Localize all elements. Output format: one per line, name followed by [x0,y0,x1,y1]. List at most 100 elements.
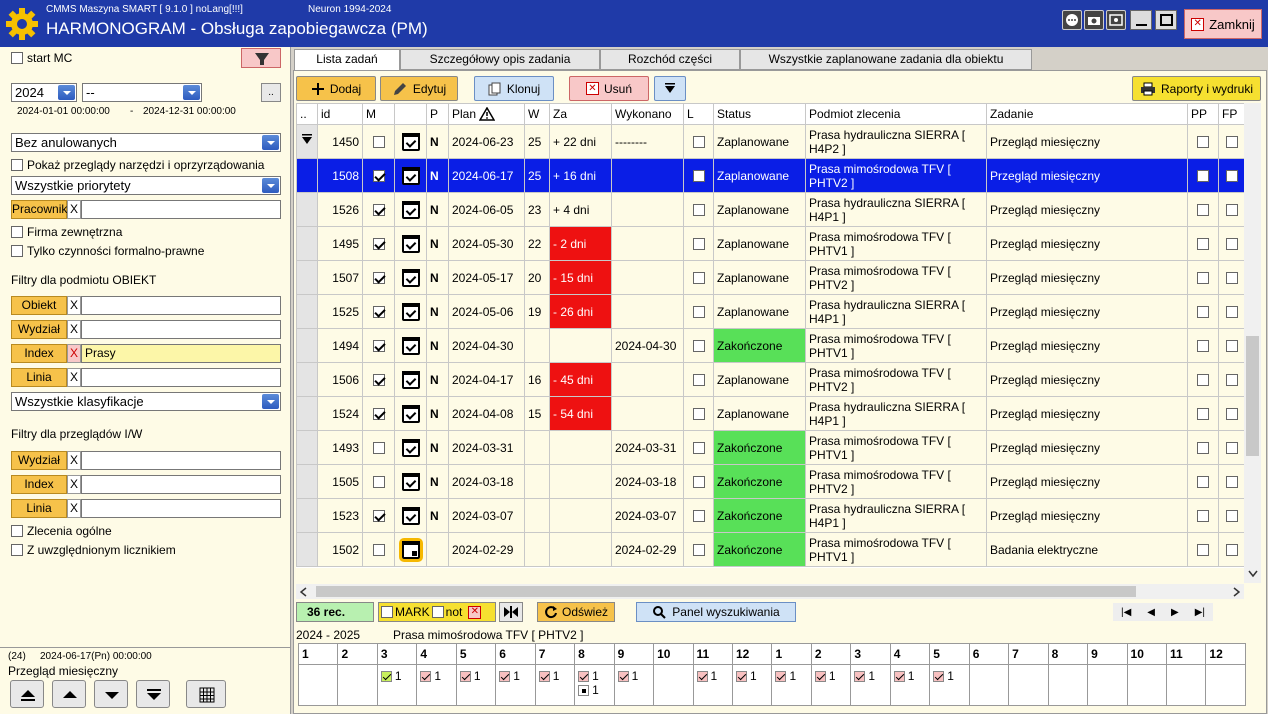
employee-filter-label[interactable]: Pracownik [11,200,67,219]
calendar-month-cell[interactable]: 1 [850,664,891,706]
m-cell[interactable] [362,532,395,567]
object-clear-button[interactable]: X [67,296,81,315]
l-checkbox[interactable] [692,272,705,285]
fp-checkbox[interactable] [1225,476,1238,489]
row-selector[interactable] [296,464,318,499]
fp-checkbox[interactable] [1225,408,1238,421]
fp-checkbox[interactable] [1225,238,1238,251]
hscroll-thumb[interactable] [316,586,1136,597]
pp-cell[interactable] [1187,124,1219,159]
calendar-cell[interactable] [394,464,427,499]
column-header[interactable]: PP [1187,103,1219,125]
l-checkbox[interactable] [692,374,705,387]
calendar-month-cell[interactable] [1165,664,1207,706]
l-cell[interactable] [683,396,714,431]
calendar-month-cell[interactable]: 1 [534,664,576,706]
pp-checkbox[interactable] [1197,136,1209,149]
calendar-icon[interactable] [401,370,420,389]
m-checkbox[interactable] [372,306,385,319]
fp-cell[interactable] [1218,464,1244,499]
table-row[interactable]: 1525 N 2024-05-06 19- 26 dni Zaplanowane Pras… [296,294,1244,329]
table-row[interactable]: 1494 N 2024-04-30 2024-04-30 Zakończone Prasa… [296,328,1244,363]
iw-index-filter-label[interactable]: Index [11,475,67,494]
calendar-cell[interactable] [394,328,427,363]
calendar-month-cell[interactable] [1126,664,1167,706]
fp-cell[interactable] [1218,498,1244,533]
iw-department-clear-button[interactable]: X [67,451,81,470]
prev-record-button[interactable] [52,680,86,708]
l-cell[interactable] [683,430,714,465]
task-mark-icon[interactable] [380,671,392,683]
fp-cell[interactable] [1218,362,1244,397]
fp-cell[interactable] [1218,294,1244,329]
horizontal-scrollbar[interactable] [296,584,1244,599]
l-cell[interactable] [683,260,714,295]
department-input[interactable] [81,320,281,339]
calendar-cell[interactable] [394,192,427,227]
calendar-month-cell[interactable] [653,664,694,706]
fp-checkbox[interactable] [1225,442,1238,455]
m-cell[interactable] [362,158,395,193]
column-header[interactable]: M [362,103,395,125]
column-header[interactable]: Plan [448,103,525,125]
fp-cell[interactable] [1218,192,1244,227]
pp-cell[interactable] [1187,328,1219,363]
fp-checkbox[interactable] [1225,544,1238,557]
m-cell[interactable] [362,294,395,329]
object-filter-label[interactable]: Obiekt [11,296,67,315]
l-checkbox[interactable] [692,408,705,421]
pager-first-icon[interactable]: |◀ [1121,607,1131,618]
pp-checkbox[interactable] [1197,408,1209,421]
m-checkbox[interactable] [372,238,385,251]
l-cell[interactable] [683,226,714,261]
l-cell[interactable] [683,328,714,363]
fp-checkbox[interactable] [1225,374,1238,387]
column-header[interactable]: P [426,103,449,125]
row-selector[interactable] [296,192,318,227]
calendar-cell[interactable] [394,532,427,567]
l-checkbox[interactable] [692,170,705,183]
pp-checkbox[interactable] [1197,204,1209,217]
tab-task-details[interactable]: Szczegółowy opis zadania [400,49,600,70]
calendar-month-cell[interactable]: 1 [495,664,536,706]
pp-cell[interactable] [1187,192,1219,227]
maximize-button[interactable] [1155,10,1177,30]
task-mark-icon[interactable] [893,671,905,683]
task-mark-icon[interactable] [578,671,590,683]
calendar-cell[interactable] [394,158,427,193]
column-header[interactable]: FP [1218,103,1244,125]
pp-cell[interactable] [1187,532,1219,567]
add-button[interactable]: Dodaj [296,76,376,101]
l-checkbox[interactable] [692,544,705,557]
calendar-month-cell[interactable]: 1 [416,664,457,706]
m-checkbox[interactable] [372,340,385,353]
delete-button[interactable]: ✕ Usuń [569,76,649,101]
not-checkbox[interactable] [431,606,444,618]
l-cell[interactable] [683,464,714,499]
m-cell[interactable] [362,396,395,431]
scroll-thumb[interactable] [1246,336,1259,456]
line-input[interactable] [81,368,281,387]
calendar-cell[interactable] [394,430,427,465]
calendar-icon[interactable] [401,166,420,185]
row-selector[interactable] [296,260,318,295]
task-mark-icon[interactable] [538,671,550,683]
fp-cell[interactable] [1218,396,1244,431]
column-header[interactable]: Za [549,103,612,125]
cancel-filter-select[interactable]: Bez anulowanych [11,133,281,152]
first-record-button[interactable] [10,680,44,708]
pager-prev-icon[interactable]: ◀ [1147,607,1155,618]
mark-checkbox[interactable] [381,606,393,618]
task-mark-icon[interactable] [854,671,866,683]
l-checkbox[interactable] [692,476,705,489]
tab-task-list[interactable]: Lista zadań [294,49,400,72]
calendar-month-cell[interactable] [337,664,378,706]
start-mc-checkbox[interactable]: start MC [11,51,72,65]
table-row[interactable]: 1450 N 2024-06-23 25 + 22 dni -------- Zaplano… [296,124,1244,159]
row-selector[interactable] [296,362,318,397]
l-cell[interactable] [683,294,714,329]
fp-cell[interactable] [1218,260,1244,295]
calendar-month-cell[interactable]: 1 [889,664,931,706]
fp-cell[interactable] [1218,430,1244,465]
task-mark-box-icon[interactable] [578,685,590,697]
